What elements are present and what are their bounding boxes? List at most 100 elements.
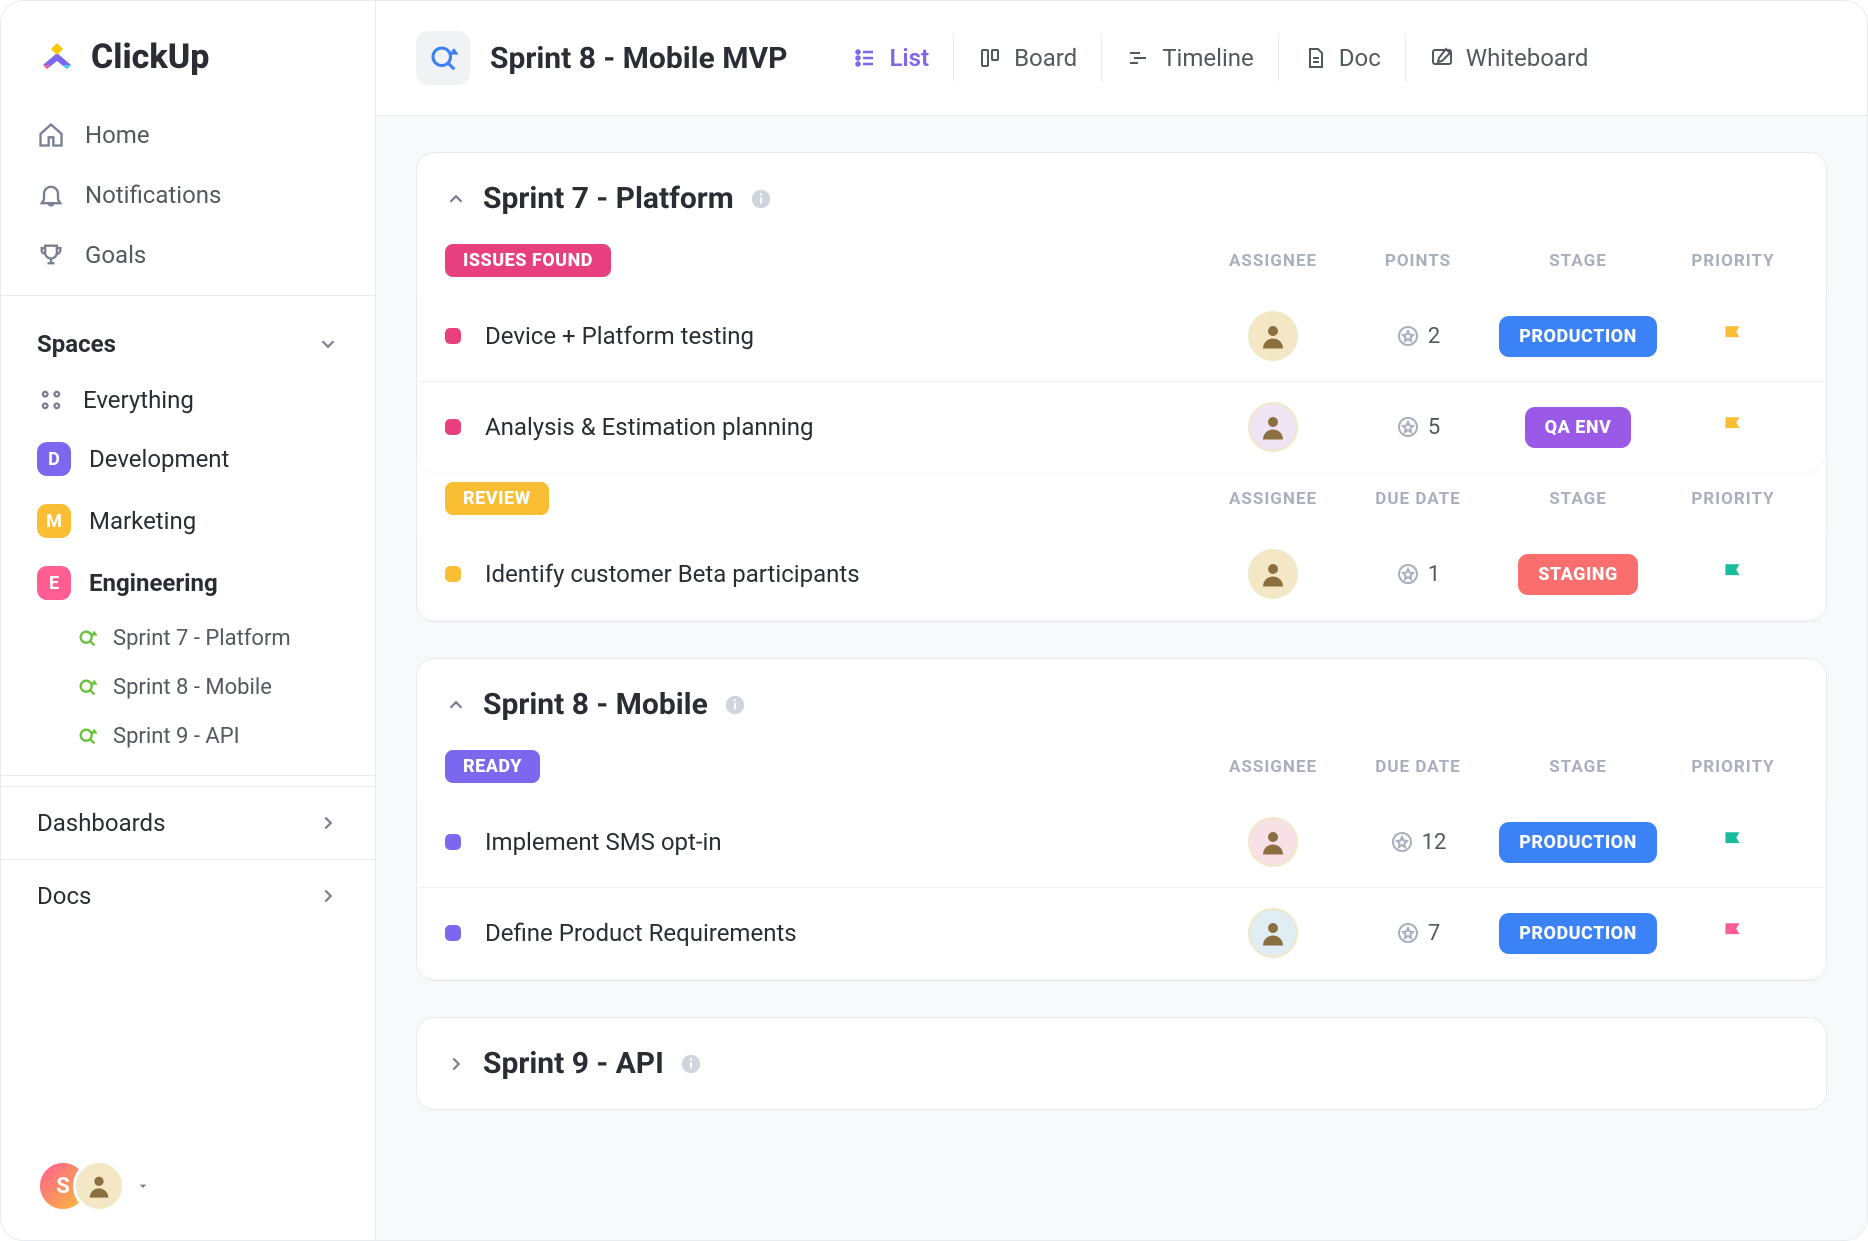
col-second: POINTS	[1348, 251, 1488, 271]
flag-icon	[1720, 920, 1746, 946]
main-panel: Sprint 8 - Mobile MVP List Board Timelin…	[376, 1, 1867, 1240]
col-stage: STAGE	[1488, 757, 1668, 777]
star-icon	[1390, 830, 1414, 854]
info-icon[interactable]	[750, 188, 772, 210]
task-row[interactable]: Implement SMS opt-in 12 PRODUCTION	[419, 797, 1824, 887]
nav-notifications-label: Notifications	[85, 181, 221, 209]
chevron-up-icon[interactable]	[445, 188, 467, 210]
points-value[interactable]: 12	[1390, 830, 1447, 855]
sprint-icon	[77, 628, 99, 650]
space-item-marketing[interactable]: MMarketing	[1, 490, 375, 552]
sprint-icon	[77, 677, 99, 699]
brand-logo[interactable]: ClickUp	[1, 1, 375, 105]
col-second: DUE DATE	[1348, 757, 1488, 777]
view-tab-doc[interactable]: Doc	[1278, 34, 1405, 82]
view-tab-timeline[interactable]: Timeline	[1101, 34, 1278, 82]
view-tabs: List Board Timeline Doc Whiteboard	[829, 34, 1612, 82]
priority-flag[interactable]	[1668, 829, 1798, 855]
spaces-header[interactable]: Spaces	[1, 306, 375, 372]
space-item-development[interactable]: DDevelopment	[1, 428, 375, 490]
sprint-nav-label: Sprint 9 - API	[113, 724, 240, 749]
col-priority: PRIORITY	[1668, 489, 1798, 509]
stage-badge[interactable]: PRODUCTION	[1499, 316, 1657, 357]
task-row[interactable]: Device + Platform testing2PRODUCTION	[419, 291, 1824, 381]
assignee-avatar[interactable]	[1248, 311, 1298, 361]
priority-flag[interactable]	[1668, 561, 1798, 587]
points-value[interactable]: 1	[1396, 562, 1440, 587]
space-everything[interactable]: Everything	[1, 372, 375, 428]
flag-icon	[1720, 561, 1746, 587]
sidebar-docs[interactable]: Docs	[1, 859, 375, 932]
points-value[interactable]: 5	[1396, 415, 1440, 440]
info-icon[interactable]	[680, 1053, 702, 1075]
status-pill[interactable]: REVIEW	[445, 482, 549, 515]
doc-icon	[1303, 46, 1327, 70]
sprint-nav-label: Sprint 7 - Platform	[113, 626, 291, 651]
priority-flag[interactable]	[1668, 414, 1798, 440]
sidebar: ClickUp Home Notifications Goals Spaces …	[1, 1, 376, 1240]
task-title: Implement SMS opt-in	[485, 828, 1198, 856]
task-status-dot	[445, 566, 461, 582]
assignee-avatar[interactable]	[1248, 549, 1298, 599]
nav-home[interactable]: Home	[29, 105, 347, 165]
chevron-right-icon[interactable]	[445, 1053, 467, 1075]
points-value[interactable]: 7	[1396, 921, 1440, 946]
space-badge: E	[37, 566, 71, 600]
task-status-dot	[445, 834, 461, 850]
nav-goals[interactable]: Goals	[29, 225, 347, 285]
task-status-dot	[445, 925, 461, 941]
topbar: Sprint 8 - Mobile MVP List Board Timelin…	[376, 1, 1867, 116]
status-pill[interactable]: READY	[445, 750, 540, 783]
space-everything-label: Everything	[83, 386, 194, 414]
bell-icon	[37, 181, 65, 209]
chevron-up-icon[interactable]	[445, 694, 467, 716]
stage-badge[interactable]: PRODUCTION	[1499, 913, 1657, 954]
col-assignee: ASSIGNEE	[1198, 251, 1348, 271]
task-row[interactable]: Define Product Requirements7PRODUCTION	[419, 887, 1824, 978]
view-tab-whiteboard[interactable]: Whiteboard	[1405, 34, 1613, 82]
grid-icon	[37, 386, 65, 414]
sprint-nav-item[interactable]: Sprint 8 - Mobile	[77, 663, 375, 712]
sprint-nav-item[interactable]: Sprint 9 - API	[77, 712, 375, 761]
info-icon[interactable]	[724, 694, 746, 716]
stage-badge[interactable]: QA ENV	[1525, 407, 1632, 448]
board-icon	[978, 46, 1002, 70]
sprint-icon-box[interactable]	[416, 31, 470, 85]
points-value[interactable]: 2	[1396, 324, 1440, 349]
nav-notifications[interactable]: Notifications	[29, 165, 347, 225]
task-status-dot	[445, 328, 461, 344]
star-icon	[1396, 921, 1420, 945]
task-status-dot	[445, 419, 461, 435]
space-badge: D	[37, 442, 71, 476]
task-row[interactable]: Analysis & Estimation planning5QA ENV	[419, 381, 1824, 472]
assignee-avatar[interactable]	[1248, 817, 1298, 867]
view-tab-board-label: Board	[1014, 44, 1077, 72]
home-icon	[37, 121, 65, 149]
task-rows: Device + Platform testing2PRODUCTIONAnal…	[419, 291, 1824, 472]
stage-badge[interactable]: PRODUCTION	[1499, 822, 1657, 863]
view-tab-list[interactable]: List	[829, 34, 953, 82]
group-header: READYASSIGNEEDUE DATESTAGEPRIORITY	[417, 742, 1826, 797]
priority-flag[interactable]	[1668, 920, 1798, 946]
status-pill[interactable]: ISSUES FOUND	[445, 244, 611, 277]
view-tab-board[interactable]: Board	[953, 34, 1101, 82]
task-row[interactable]: Identify customer Beta participants1STAG…	[419, 529, 1824, 619]
assignee-avatar[interactable]	[1248, 402, 1298, 452]
sprint-card-collapsed[interactable]: Sprint 9 - API	[416, 1017, 1827, 1110]
sidebar-dashboards[interactable]: Dashboards	[1, 786, 375, 859]
flag-icon	[1720, 323, 1746, 349]
star-icon	[1396, 324, 1420, 348]
sprint-nav-item[interactable]: Sprint 7 - Platform	[77, 614, 375, 663]
priority-flag[interactable]	[1668, 323, 1798, 349]
assignee-avatar[interactable]	[1248, 908, 1298, 958]
user-menu[interactable]: S	[1, 1132, 375, 1240]
chevron-right-icon	[317, 885, 339, 907]
stage-badge[interactable]: STAGING	[1518, 554, 1638, 595]
col-second: DUE DATE	[1348, 489, 1488, 509]
clickup-logo-icon	[37, 37, 77, 77]
col-assignee: ASSIGNEE	[1198, 489, 1348, 509]
space-item-engineering[interactable]: EEngineering	[1, 552, 375, 614]
sprint-card: Sprint 7 - PlatformISSUES FOUNDASSIGNEEP…	[416, 152, 1827, 622]
col-priority: PRIORITY	[1668, 251, 1798, 271]
flag-icon	[1720, 414, 1746, 440]
